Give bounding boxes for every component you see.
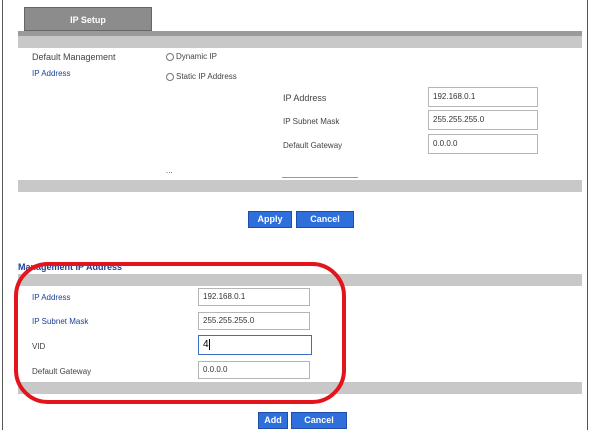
static-subnet-mask-label: IP Subnet Mask xyxy=(283,117,340,126)
header-bar-light xyxy=(18,36,582,48)
static-ip-label: Static IP Address xyxy=(176,72,237,81)
dynamic-ip-label: Dynamic IP xyxy=(176,52,217,61)
tab-ip-setup[interactable]: IP Setup xyxy=(24,7,152,31)
static-ip-radio[interactable] xyxy=(166,72,174,81)
default-management-label: Default Management xyxy=(32,52,116,62)
dynamic-ip-option[interactable]: Dynamic IP xyxy=(166,52,217,61)
section-bar xyxy=(18,180,582,192)
highlight-annotation xyxy=(14,262,346,404)
vlan-marker: ... xyxy=(166,166,173,175)
ip-address-label: IP Address xyxy=(32,69,71,78)
static-default-gateway-label: Default Gateway xyxy=(283,141,343,150)
cancel-button[interactable]: Cancel xyxy=(296,211,354,228)
add-button[interactable]: Add xyxy=(258,412,288,429)
static-subnet-mask-field[interactable]: 255.255.255.0 xyxy=(428,110,538,130)
static-ip-option[interactable]: Static IP Address xyxy=(166,72,237,81)
inner-divider xyxy=(282,177,358,178)
mgmt-cancel-button[interactable]: Cancel xyxy=(291,412,347,429)
static-default-gateway-field[interactable]: 0.0.0.0 xyxy=(428,134,538,154)
apply-button[interactable]: Apply xyxy=(248,211,292,228)
static-ip-address-field[interactable]: 192.168.0.1 xyxy=(428,87,538,107)
dynamic-ip-radio[interactable] xyxy=(166,52,174,61)
static-ip-address-label: IP Address xyxy=(283,93,327,103)
